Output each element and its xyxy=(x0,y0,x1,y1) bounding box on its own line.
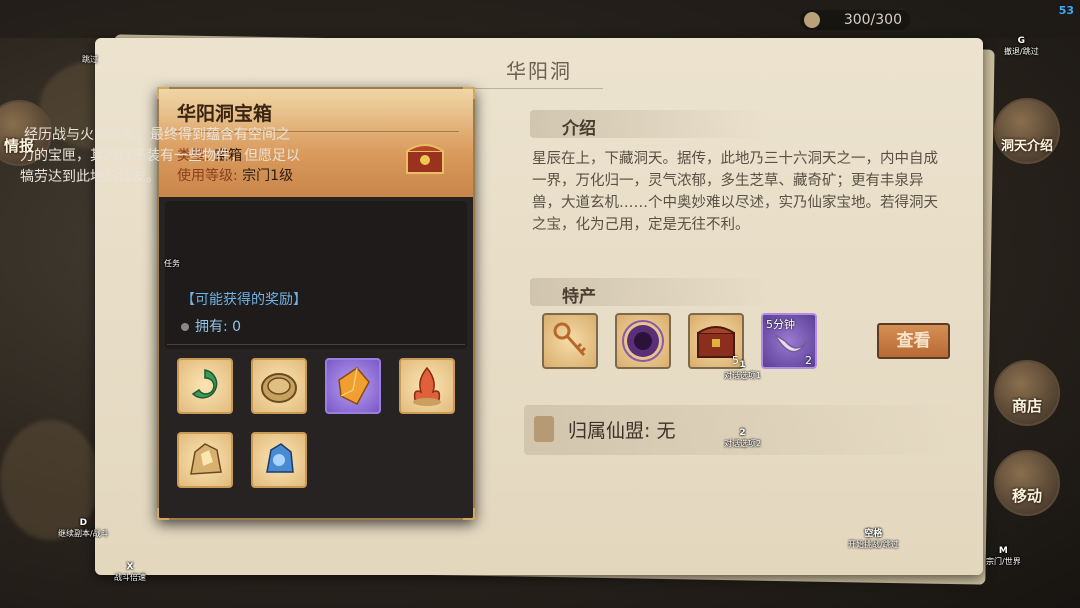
hint-key: 空格 xyxy=(864,529,883,539)
card-corner xyxy=(157,87,169,99)
hint-label: 开始挑战/跳过 xyxy=(848,540,899,549)
hint-label: 任务 xyxy=(164,259,180,268)
reward-item-blue-ore[interactable] xyxy=(251,432,307,488)
hint-skip: 跳过 xyxy=(82,54,98,65)
hint-label: 对话选项1 xyxy=(724,371,762,380)
hint-key: X xyxy=(126,562,134,572)
owned-label: 拥有: xyxy=(195,319,228,335)
stamina-value: 300/300 xyxy=(843,12,902,28)
specialty-count: 2 xyxy=(805,354,812,367)
hint-label: 战斗倍速 xyxy=(114,573,146,582)
hint-x: X 战斗倍速 xyxy=(114,562,146,583)
stamina-icon xyxy=(804,12,820,28)
panel-title: 华阳洞 xyxy=(506,59,572,83)
shop-button[interactable]: 商店 xyxy=(994,360,1060,426)
hint-space: 空格 开始挑战/跳过 xyxy=(848,526,899,550)
key-icon xyxy=(553,322,587,357)
reward-item-jade-ring[interactable] xyxy=(177,358,233,414)
card-corner xyxy=(463,87,475,99)
specialty-heading: 特产 xyxy=(562,287,596,307)
reward-item-amber-crystal[interactable] xyxy=(325,358,381,414)
move-label: 移动 xyxy=(1011,487,1042,505)
treasure-chest-icon xyxy=(406,144,444,174)
specialty-item-orb[interactable] xyxy=(615,313,671,369)
scroll-icon xyxy=(534,416,554,442)
view-button[interactable]: 查看 xyxy=(877,323,950,359)
hint-label: 撤退/跳过 xyxy=(1004,47,1039,56)
guild-affiliation: 归属仙盟: 无 xyxy=(568,416,675,443)
hint-key: 1 xyxy=(739,360,746,370)
owned-count: 拥有: 0 xyxy=(181,316,241,336)
guild-value: 无 xyxy=(656,420,676,442)
hint-label: 宗门/世界 xyxy=(986,557,1021,566)
coin-icon xyxy=(261,373,297,403)
hint-label: 继续副本/战斗 xyxy=(58,529,109,538)
hint-m: M 宗门/世界 xyxy=(986,546,1021,567)
card-corner xyxy=(463,508,475,520)
item-name: 华阳洞宝箱 xyxy=(177,103,273,125)
hint-task: 任务 xyxy=(164,258,180,269)
hint-key: G xyxy=(1017,36,1026,46)
move-button[interactable]: 移动 xyxy=(994,450,1060,516)
specialty-item-claw[interactable]: 5分钟 2 xyxy=(761,313,817,369)
specialty-item-key[interactable] xyxy=(542,313,598,369)
hint-key: M xyxy=(998,546,1008,556)
shop-label: 商店 xyxy=(1011,397,1042,415)
stamina-counter: 300/300 xyxy=(800,10,910,30)
reward-item-flame-herb[interactable] xyxy=(399,358,455,414)
hint-d: D 继续副本/战斗 xyxy=(58,518,109,539)
hint-key: 2 xyxy=(739,428,746,438)
hint-option2: 2 对话选项2 xyxy=(724,428,761,449)
guild-label: 归属仙盟: xyxy=(568,420,651,442)
flame-herb-icon xyxy=(413,366,441,406)
cave-intro-button[interactable]: 洞天介绍 xyxy=(994,98,1060,164)
card-corner xyxy=(157,508,169,520)
fps-counter: 53 xyxy=(1058,4,1074,17)
intro-text: 星辰在上，下藏洞天。据传，此地乃三十六洞天之一，内中自成一界，万化归一，灵气浓郁… xyxy=(532,151,938,233)
hint-label: 跳过 xyxy=(82,55,98,64)
reward-item-gold-ore[interactable] xyxy=(177,432,233,488)
reward-item-coin[interactable] xyxy=(251,358,307,414)
gold-ore-icon xyxy=(190,443,222,475)
item-description: 经历战与火的洗礼，最终得到蕴含有空间之力的宝匣，其内似乎装有一些物件，但愿足以犒… xyxy=(20,127,300,185)
top-bar xyxy=(0,0,1080,38)
reward-divider xyxy=(167,344,465,345)
specialty-timer-tag: 5分钟 xyxy=(766,318,795,331)
blue-ore-icon xyxy=(266,443,294,473)
title-divider xyxy=(475,88,603,89)
cave-intro-label: 洞天介绍 xyxy=(1000,139,1053,154)
hint-key: D xyxy=(79,518,88,528)
hint-option1: 1 对话选项1 xyxy=(724,360,761,381)
owned-value: 0 xyxy=(232,319,242,335)
jade-ring-icon xyxy=(191,369,218,399)
owned-icon xyxy=(181,323,189,331)
intro-heading: 介绍 xyxy=(562,119,596,139)
reward-heading: 【可能获得的奖励】 xyxy=(181,292,307,308)
purple-orb-icon xyxy=(622,320,664,362)
hint-g: G 撤退/跳过 xyxy=(1004,36,1039,57)
hint-label: 对话选项2 xyxy=(724,439,762,448)
amber-crystal-icon xyxy=(338,367,370,405)
